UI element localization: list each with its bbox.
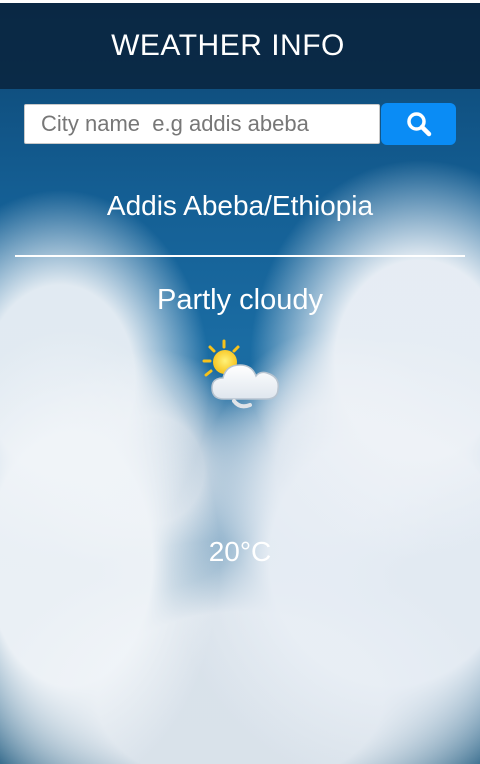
- app-title: WEATHER INFO: [111, 29, 345, 62]
- city-search-input[interactable]: [24, 104, 380, 144]
- divider: [15, 255, 465, 257]
- search-icon: [406, 112, 431, 137]
- partly-cloudy-icon: [202, 339, 280, 409]
- temperature-label: 20°C: [208, 536, 272, 567]
- app-header: WEATHER INFO: [0, 3, 480, 89]
- search-button[interactable]: [381, 103, 456, 145]
- weather-condition: Partly cloudy: [156, 284, 323, 316]
- location-label: Addis Abeba/Ethiopia: [106, 190, 374, 221]
